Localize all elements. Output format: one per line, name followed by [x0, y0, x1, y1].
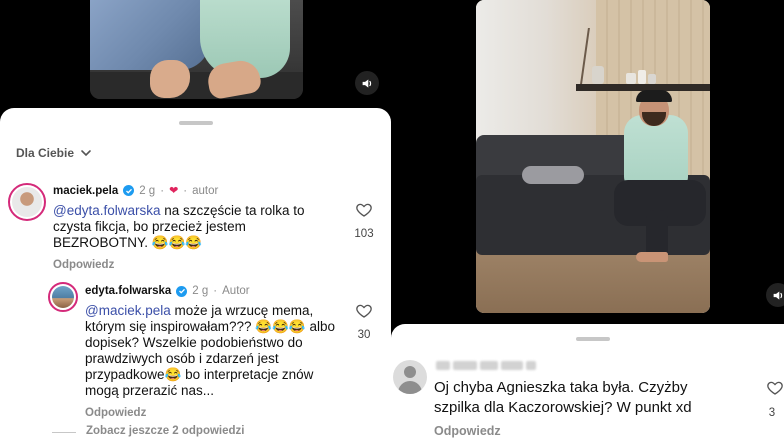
like-heart-icon[interactable]	[766, 379, 784, 397]
reel-video-right[interactable]	[476, 0, 710, 313]
mention-link[interactable]: @edyta.folwarska	[53, 203, 161, 218]
separator-dot: ·	[160, 184, 165, 197]
username[interactable]: edyta.folwarska	[85, 285, 171, 297]
like-heart-icon[interactable]	[355, 201, 373, 219]
username[interactable]: maciek.pela	[53, 185, 118, 197]
video-cup	[648, 74, 656, 84]
video-cup	[626, 73, 636, 84]
blur-block	[453, 360, 477, 370]
blur-block	[526, 360, 536, 370]
reply-header: edyta.folwarska 2 g · Autor	[85, 285, 250, 297]
video-person-foot	[636, 252, 668, 262]
video-couch	[90, 72, 303, 99]
speaker-icon	[773, 290, 782, 300]
reply-text: @maciek.pela może ja wrzucę mema, którym…	[85, 303, 341, 399]
verified-badge-icon	[176, 285, 188, 297]
reply-button[interactable]: Odpowiedz	[53, 259, 114, 271]
comments-sort-dropdown[interactable]: Dla Ciebie	[16, 146, 92, 160]
like-count: 3	[768, 407, 776, 419]
like-count: 103	[354, 228, 374, 240]
sort-label: Dla Ciebie	[16, 146, 75, 160]
reply-button[interactable]: Odpowiedz	[85, 407, 146, 419]
reply-button[interactable]: Odpowiedz	[434, 424, 501, 438]
mute-toggle-button[interactable]	[766, 283, 784, 307]
separator-dot: ·	[183, 184, 188, 197]
verified-badge-icon	[123, 185, 135, 196]
like-count: 30	[357, 329, 371, 341]
avatar-maciek[interactable]	[8, 183, 46, 221]
video-person-leg	[646, 210, 668, 258]
mute-toggle-button[interactable]	[355, 71, 379, 95]
video-cushion	[522, 166, 584, 184]
avatar-image	[52, 286, 74, 308]
blurred-username	[436, 359, 536, 371]
sheet-drag-handle[interactable]	[576, 337, 610, 341]
default-avatar-icon[interactable]	[393, 360, 427, 394]
comment-age: 2 g	[192, 285, 209, 297]
author-label: Autor	[222, 285, 250, 297]
blur-block	[501, 360, 523, 370]
comment-text: Oj chyba Agnieszka taka była. Czyżby szp…	[434, 379, 692, 416]
creator-liked-heart-icon: ❤	[169, 185, 179, 197]
avatar-head-shape	[404, 366, 416, 378]
comment-header: maciek.pela 2 g · ❤ · autor	[53, 184, 219, 198]
like-heart-icon[interactable]	[355, 302, 373, 320]
avatar-edyta[interactable]	[48, 282, 78, 312]
blur-block	[436, 360, 450, 370]
video-jeans	[90, 0, 210, 70]
view-more-line	[52, 432, 76, 433]
avatar-image	[12, 187, 42, 217]
reel-video-left[interactable]	[90, 0, 303, 99]
sheet-drag-handle[interactable]	[179, 121, 213, 125]
author-label: autor	[192, 184, 219, 197]
view-more-replies-button[interactable]: Zobacz jeszcze 2 odpowiedzi	[86, 425, 244, 437]
avatar-body-shape	[398, 381, 422, 394]
separator-dot: ·	[213, 285, 218, 297]
comment-text: @edyta.folwarska na szczęście ta rolka t…	[53, 203, 338, 251]
chevron-down-icon	[81, 150, 91, 157]
speaker-icon	[362, 78, 371, 88]
mention-link[interactable]: @maciek.pela	[85, 303, 171, 318]
blur-block	[480, 360, 498, 370]
video-vase	[592, 66, 604, 84]
video-person-cap	[636, 90, 672, 102]
comment-age: 2 g	[139, 184, 156, 197]
screenshot-stage: Dla Ciebie maciek.pela 2 g · ❤ · autor @…	[0, 0, 784, 441]
video-cup	[638, 70, 646, 84]
